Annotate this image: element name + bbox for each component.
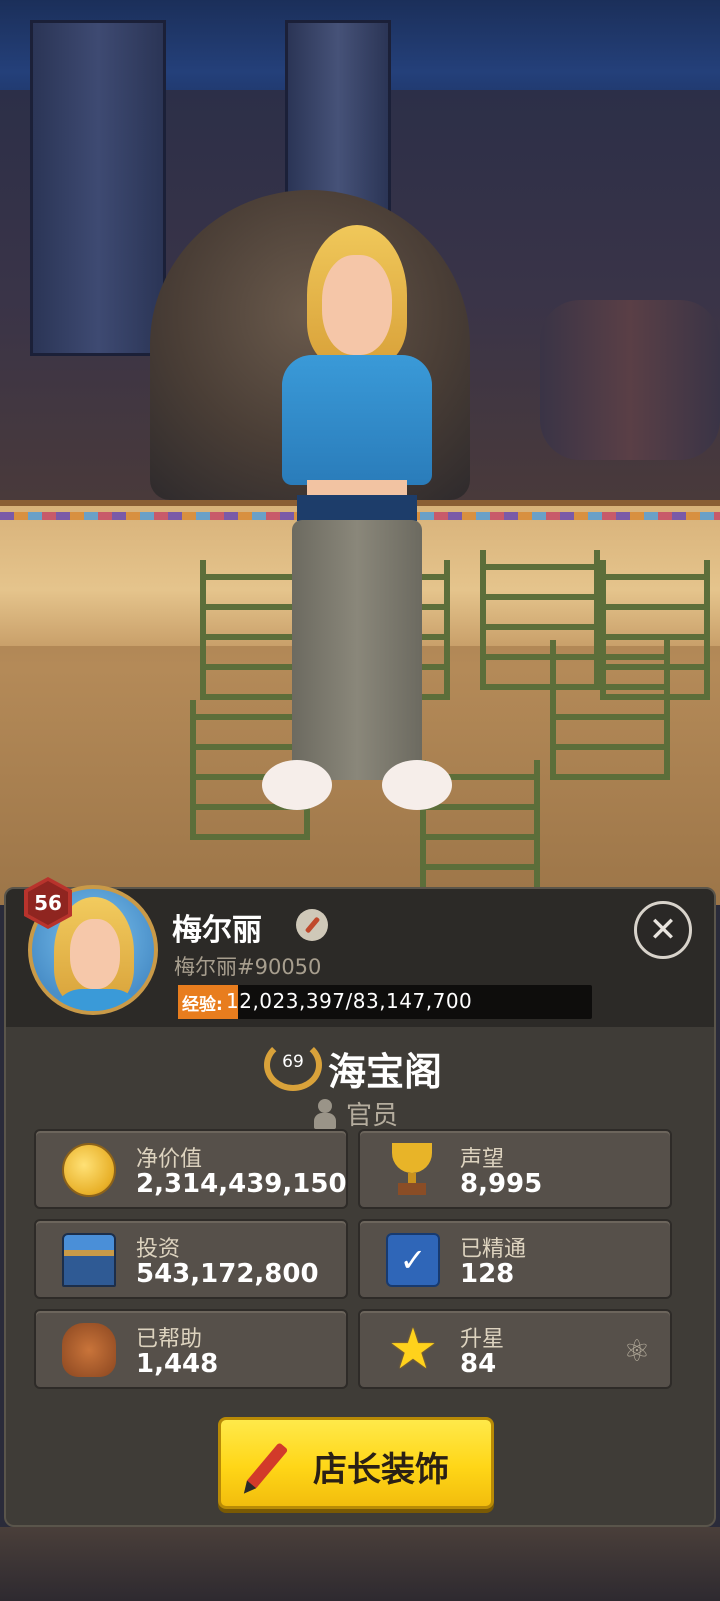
guild-row[interactable]: 69 海宝阁 [6, 1039, 714, 1094]
player-level: 56 [34, 891, 62, 915]
stat-net-worth: 净价值 2,314,439,150 [34, 1129, 348, 1209]
character-face [322, 255, 392, 355]
avatar-shirt [52, 989, 142, 1011]
stat-value: 8,995 [460, 1169, 543, 1199]
guild-name: 海宝阁 [328, 1050, 443, 1094]
decorate-button-label: 店长装饰 [313, 1450, 449, 1490]
bunny-slipper [382, 760, 452, 810]
player-name: 梅尔丽 [172, 913, 262, 948]
star-icon: ★ [387, 1317, 439, 1382]
equipment-rack [600, 560, 710, 700]
scene-tower-small [285, 20, 391, 216]
exp-label: 经验: [182, 995, 223, 1015]
shopkeeper-decoration-button[interactable]: 店长装饰 [218, 1417, 494, 1509]
stat-investment: 投资 543,172,800 [34, 1219, 348, 1299]
exp-progress-bar: 经验: 12,023,397/83,147,700 [178, 985, 592, 1019]
stat-reputation: 声望 8,995 [358, 1129, 672, 1209]
profile-header: 56 梅尔丽 梅尔丽#90050 经验: 12,023,397/83,147,7… [6, 877, 714, 1027]
guild-laurel-icon: 69 [264, 1039, 322, 1091]
tower-icon [62, 1233, 116, 1287]
close-button[interactable]: ✕ [634, 901, 692, 959]
trophy-icon [386, 1143, 440, 1197]
atom-icon[interactable]: ⚛ [620, 1335, 654, 1369]
gold-coin-icon [62, 1143, 116, 1197]
stat-value: 543,172,800 [136, 1259, 319, 1289]
exp-value: 12,023,397/83,147,700 [226, 989, 473, 1013]
guild-rank-row: 官员 [6, 1095, 714, 1131]
mastery-checkbook-icon: ✓ [386, 1233, 440, 1287]
bottom-scene-strip [0, 1527, 720, 1601]
stat-value: 84 [460, 1349, 497, 1379]
character-pants [292, 520, 422, 780]
character-belt [297, 495, 417, 521]
shopkeeper-character[interactable] [262, 215, 452, 835]
fist-bump-icon [62, 1323, 116, 1377]
stat-value: 1,448 [136, 1349, 219, 1379]
stat-mastered: ✓ 已精通 128 [358, 1219, 672, 1299]
person-icon [314, 1099, 336, 1129]
pencil-icon [245, 1442, 289, 1490]
bunny-slipper [262, 760, 332, 810]
character-shirt [282, 355, 432, 485]
guild-rank: 官员 [346, 1101, 399, 1131]
stat-value: 2,314,439,150 [136, 1169, 347, 1199]
player-id: 梅尔丽#90050 [174, 955, 322, 979]
scene-tower [30, 20, 166, 356]
avatar-face [70, 919, 120, 989]
stat-value: 128 [460, 1259, 515, 1289]
shop-scene [0, 0, 720, 905]
close-icon: ✕ [648, 910, 678, 950]
edit-name-icon[interactable] [296, 909, 328, 941]
stat-star-ups[interactable]: ★ 升星 84 ⚛ [358, 1309, 672, 1389]
player-profile-panel: 56 梅尔丽 梅尔丽#90050 经验: 12,023,397/83,147,7… [4, 877, 716, 1527]
scene-pipes [540, 300, 720, 460]
guild-level: 69 [282, 1052, 304, 1072]
stat-helped: 已帮助 1,448 [34, 1309, 348, 1389]
